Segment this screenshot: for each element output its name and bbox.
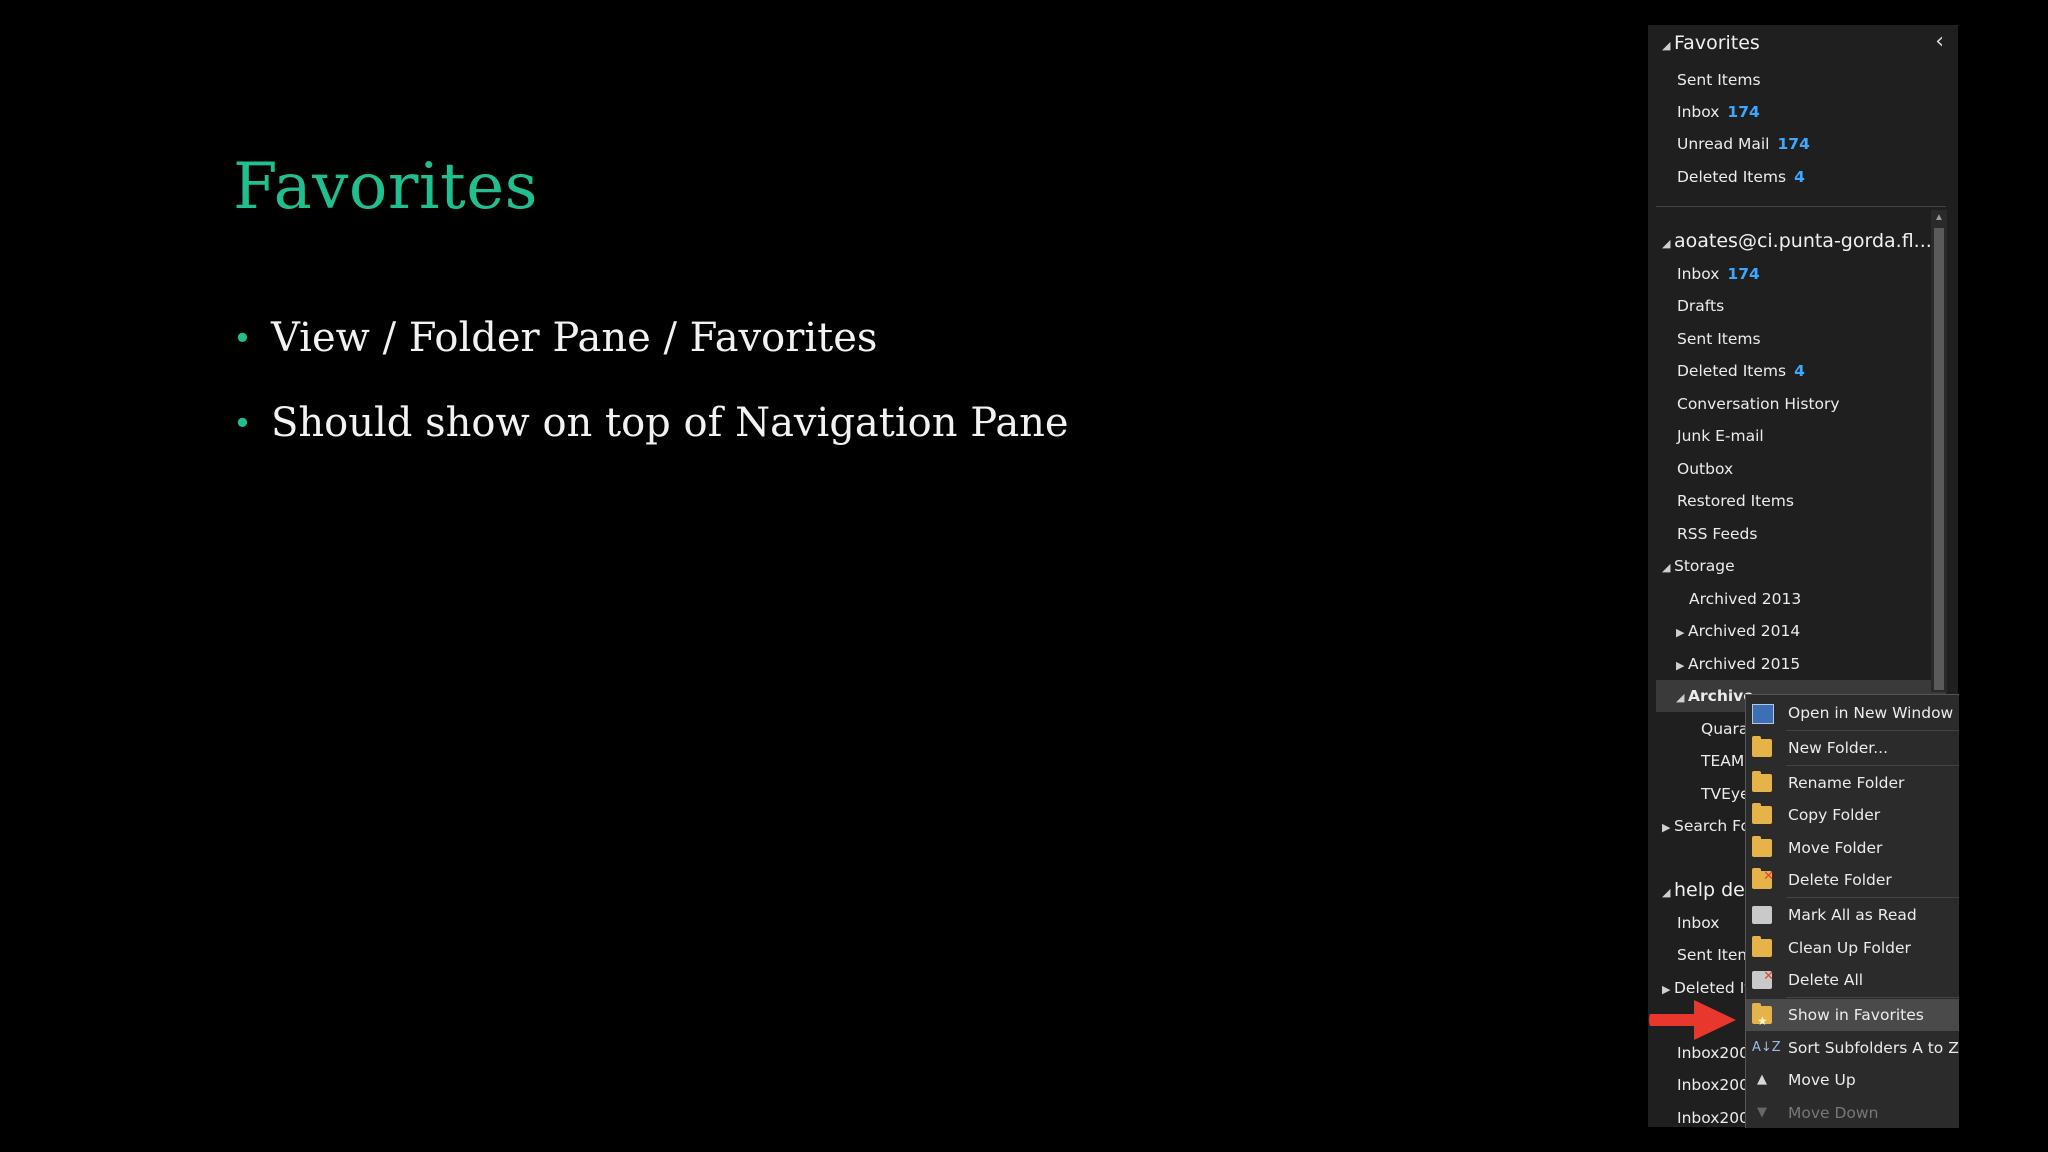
folder-pane-scrollbar[interactable]: ▲ bbox=[1931, 210, 1947, 692]
unread-count: 174 bbox=[1777, 135, 1810, 153]
folder-context-menu: Open in New Window New Folder... Rename … bbox=[1745, 694, 1959, 1128]
red-arrow-pointer bbox=[1649, 1000, 1736, 1040]
bullet-item: • View / Folder Pane / Favorites bbox=[233, 310, 1069, 395]
menu-mark-all-read[interactable]: Mark All as Read bbox=[1746, 899, 1959, 931]
collapsed-triangle-icon: ▶ bbox=[1676, 626, 1685, 639]
rename-folder-icon bbox=[1752, 771, 1772, 792]
favorites-item-sent[interactable]: Sent Items bbox=[1677, 64, 1958, 96]
menu-divider bbox=[1786, 765, 1959, 766]
clean-up-icon bbox=[1752, 936, 1772, 957]
menu-delete-folder[interactable]: Delete Folder bbox=[1746, 861, 1959, 896]
expanded-triangle-icon: ◢ bbox=[1662, 886, 1671, 899]
move-folder-icon bbox=[1752, 836, 1772, 857]
bullet-dot-icon: • bbox=[233, 319, 252, 357]
expanded-triangle-icon: ◢ bbox=[1662, 237, 1671, 250]
slide-title: Favorites bbox=[233, 150, 538, 224]
divider bbox=[1656, 206, 1946, 207]
favorites-item-inbox[interactable]: Inbox 174 bbox=[1677, 96, 1958, 128]
menu-divider bbox=[1786, 730, 1959, 731]
expanded-triangle-icon: ◢ bbox=[1676, 691, 1685, 704]
bullet-dot-icon: • bbox=[233, 404, 252, 442]
expanded-triangle-icon: ◢ bbox=[1662, 561, 1671, 574]
folder-restored[interactable]: Restored Items bbox=[1677, 485, 1958, 517]
delete-folder-icon bbox=[1752, 861, 1774, 893]
folder-deleted[interactable]: Deleted Items 4 bbox=[1677, 355, 1958, 387]
menu-sort-subfolders[interactable]: A↓Z Sort Subfolders A to Z bbox=[1746, 1032, 1959, 1064]
folder-archived-2014[interactable]: ▶ Archived 2014 bbox=[1676, 615, 1958, 647]
folder-outbox[interactable]: Outbox bbox=[1677, 453, 1958, 485]
account-header[interactable]: ◢ aoates@ci.punta-gorda.fl.... bbox=[1662, 225, 1958, 257]
unread-count: 174 bbox=[1727, 103, 1760, 121]
folder-junk[interactable]: Junk E-mail bbox=[1677, 420, 1958, 452]
favorites-header[interactable]: ◢ Favorites bbox=[1662, 27, 1958, 59]
bullet-item: • Should show on top of Navigation Pane bbox=[233, 395, 1069, 480]
folder-drafts[interactable]: Drafts bbox=[1677, 290, 1958, 322]
menu-new-folder[interactable]: New Folder... bbox=[1746, 732, 1959, 764]
menu-move-up[interactable]: ▲ Move Up bbox=[1746, 1064, 1959, 1096]
folder-rss[interactable]: RSS Feeds bbox=[1677, 518, 1958, 550]
unread-count: 4 bbox=[1794, 168, 1805, 186]
expanded-triangle-icon: ◢ bbox=[1662, 39, 1671, 52]
menu-delete-all[interactable]: Delete All bbox=[1746, 961, 1959, 996]
scroll-up-icon[interactable]: ▲ bbox=[1934, 212, 1944, 223]
collapsed-triangle-icon: ▶ bbox=[1662, 821, 1671, 834]
favorites-item-deleted[interactable]: Deleted Items 4 bbox=[1677, 161, 1958, 193]
move-up-icon: ▲ bbox=[1757, 1072, 1767, 1087]
bullet-list: • View / Folder Pane / Favorites • Should … bbox=[233, 310, 1069, 480]
scrollbar-thumb[interactable] bbox=[1934, 228, 1944, 690]
new-folder-icon bbox=[1752, 736, 1772, 757]
unread-count: 174 bbox=[1727, 265, 1760, 283]
unread-count: 4 bbox=[1794, 362, 1805, 380]
folder-conversation-history[interactable]: Conversation History bbox=[1677, 388, 1958, 420]
menu-rename-folder[interactable]: Rename Folder bbox=[1746, 767, 1959, 799]
menu-move-down: ▼ Move Down bbox=[1746, 1097, 1959, 1129]
folder-inbox[interactable]: Inbox 174 bbox=[1677, 258, 1958, 290]
folder-archived-2013[interactable]: Archived 2013 bbox=[1689, 583, 1958, 615]
menu-move-folder[interactable]: Move Folder bbox=[1746, 832, 1959, 864]
menu-open-new-window[interactable]: Open in New Window bbox=[1746, 697, 1959, 729]
menu-divider bbox=[1786, 997, 1959, 998]
favorites-folder-icon bbox=[1752, 1003, 1772, 1037]
sort-az-icon: A↓Z bbox=[1752, 1040, 1781, 1055]
folder-archived-2015[interactable]: ▶ Archived 2015 bbox=[1676, 648, 1958, 680]
mark-read-icon bbox=[1752, 906, 1772, 924]
menu-show-in-favorites[interactable]: Show in Favorites bbox=[1746, 999, 1959, 1037]
favorites-item-unread[interactable]: Unread Mail 174 bbox=[1677, 128, 1958, 160]
menu-clean-up-folder[interactable]: Clean Up Folder bbox=[1746, 932, 1959, 964]
folder-storage[interactable]: ◢ Storage bbox=[1662, 550, 1958, 582]
menu-copy-folder[interactable]: Copy Folder bbox=[1746, 799, 1959, 831]
move-down-icon: ▼ bbox=[1757, 1105, 1767, 1120]
folder-sent[interactable]: Sent Items bbox=[1677, 323, 1958, 355]
collapsed-triangle-icon: ▶ bbox=[1676, 659, 1685, 672]
copy-folder-icon bbox=[1752, 803, 1772, 824]
menu-divider bbox=[1786, 897, 1959, 898]
open-window-icon bbox=[1752, 704, 1774, 724]
delete-all-icon bbox=[1752, 961, 1774, 993]
